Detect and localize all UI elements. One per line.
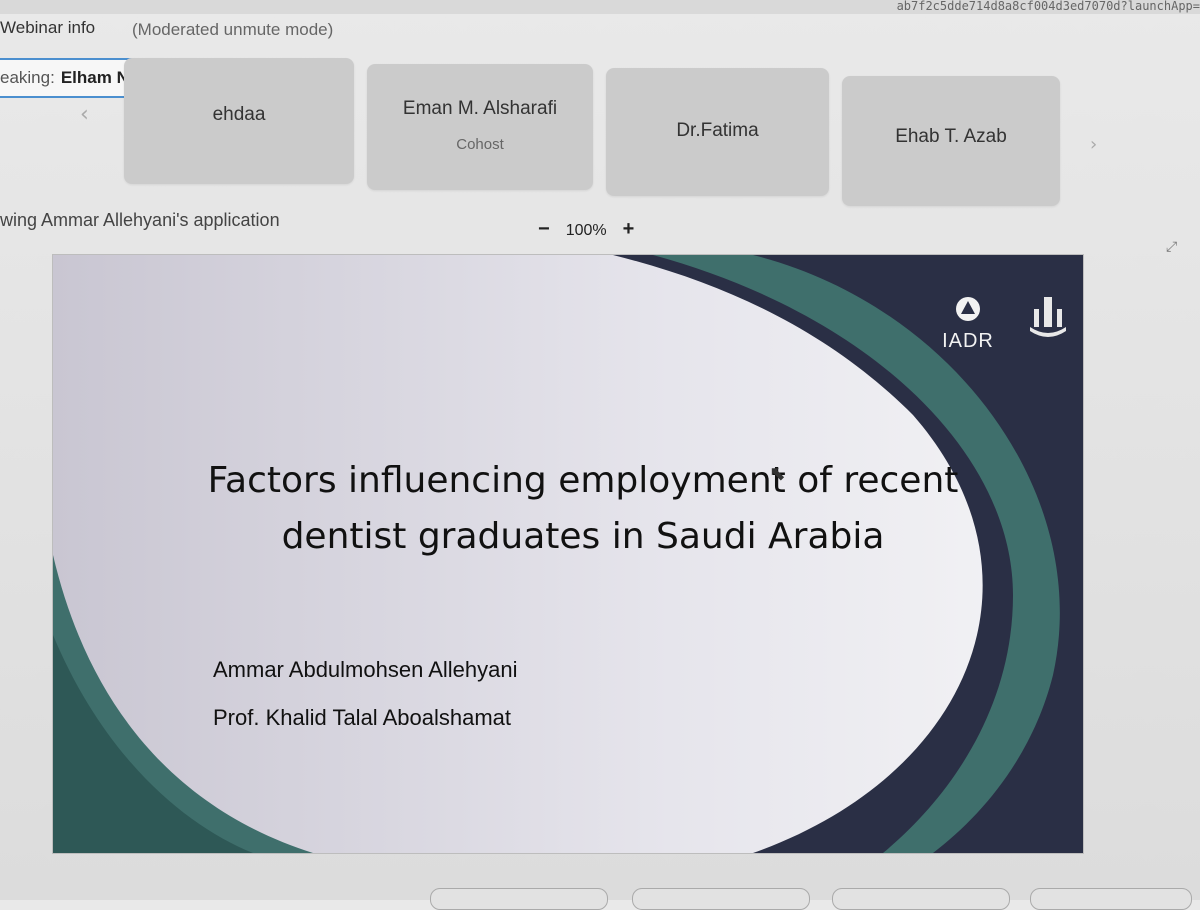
zoom-control: −100% + [532, 218, 640, 241]
participant-tile-ehdaa[interactable]: ehdaa [124, 58, 354, 184]
shared-slide: IADR Factors influencing employment of r… [52, 254, 1084, 854]
speaking-label: eaking: [0, 68, 55, 87]
participant-tile-ehab[interactable]: Ehab T. Azab [842, 76, 1060, 206]
unmute-mode-label: (Moderated unmute mode) [132, 20, 334, 39]
participant-name: Dr.Fatima [676, 120, 759, 141]
participant-role: Cohost [456, 136, 504, 153]
university-logo [1008, 295, 1083, 344]
fullscreen-icon[interactable]: ⤢ [1166, 238, 1177, 255]
url-text: ab7f2c5dde714d8a8cf004d3ed7070d?launchAp… [896, 0, 1200, 13]
slide-title-line-2: dentist graduates in Saudi Arabia [281, 516, 885, 557]
bottom-toolbar-button-1[interactable] [430, 888, 608, 910]
chevron-left-icon[interactable]: ‹ [80, 102, 89, 127]
slide-author-2: Prof. Khalid Talal Aboalshamat [213, 705, 511, 730]
zoom-in-button[interactable]: + [617, 218, 641, 240]
bottom-toolbar-button-2[interactable] [632, 888, 810, 910]
iadr-logo: IADR [933, 295, 1003, 353]
zoom-level: 100% [565, 222, 607, 239]
slide-title-line-1: Factors influencing employment of recent [207, 460, 959, 501]
chevron-right-icon[interactable]: › [1090, 134, 1097, 155]
bottom-toolbar-button-3[interactable] [832, 888, 1010, 910]
slide-author-1: Ammar Abdulmohsen Allehyani [213, 657, 518, 682]
zoom-out-button[interactable]: − [532, 218, 556, 240]
participant-name: Eman M. Alsharafi [402, 98, 558, 119]
bottom-toolbar-button-4[interactable] [1030, 888, 1192, 910]
participant-tile-fatima[interactable]: Dr.Fatima [606, 68, 829, 196]
browser-url-bar[interactable]: ab7f2c5dde714d8a8cf004d3ed7070d?launchAp… [0, 0, 1200, 14]
university-emblem-icon [1030, 297, 1066, 337]
share-status-text: wing Ammar Allehyani's application [0, 210, 280, 230]
webinar-info-link[interactable]: Webinar info [0, 18, 95, 38]
iadr-logo-text: IADR [942, 330, 994, 352]
iadr-emblem-icon [956, 297, 980, 321]
participant-name: ehdaa [212, 104, 266, 125]
slide-title: Factors influencing employment of recent… [153, 453, 1013, 565]
participant-tile-eman[interactable]: Eman M. Alsharafi Cohost [367, 64, 593, 190]
mouse-pointer-icon: ⬉ [769, 463, 786, 485]
participant-name: Ehab T. Azab [895, 126, 1007, 147]
